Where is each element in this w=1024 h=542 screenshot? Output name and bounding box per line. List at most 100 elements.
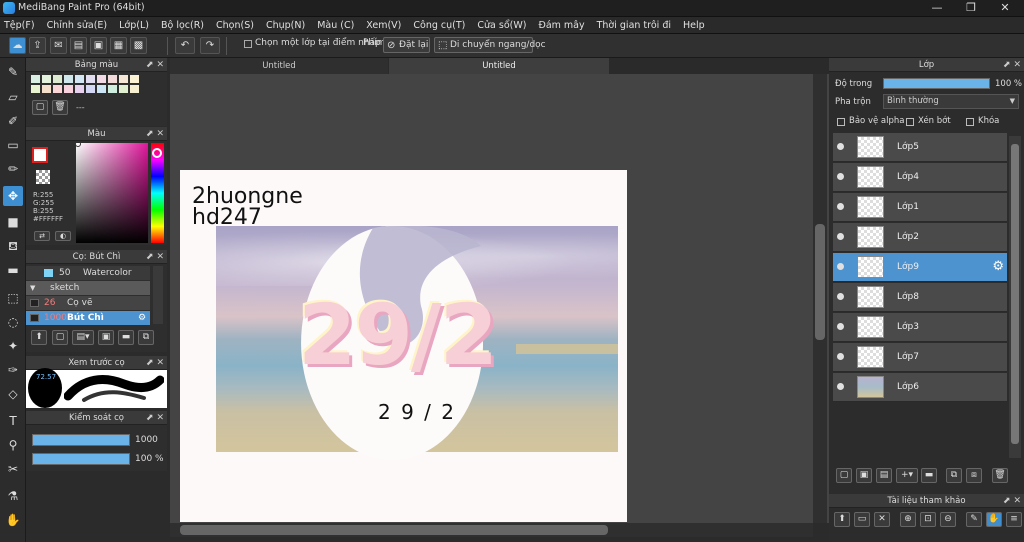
comment-icon[interactable]: ✉ [50,37,67,54]
menu-help[interactable]: Help [683,20,705,31]
panel-close-icon[interactable]: ⬈ ✕ [146,127,164,141]
lasso-icon[interactable]: ◌ [3,312,23,332]
cloud-upload-icon[interactable]: ⬆ [834,512,850,527]
panel-close-icon[interactable]: ⬈ ✕ [146,250,164,264]
merge-layer-icon[interactable]: ⧈ [966,468,982,483]
duplicate-icon[interactable]: ⧉ [138,330,154,345]
new-layer-icon[interactable]: ▢ [836,468,852,483]
redo-icon[interactable]: ↷ [200,37,220,54]
palette-swatch[interactable] [75,75,84,83]
palette-swatch[interactable] [31,85,40,93]
zoom-in-icon[interactable]: ⊕ [900,512,916,527]
reset-button[interactable]: ⊘ Đặt lại [383,37,430,53]
menu-cloud[interactable]: Đám mây [538,20,584,31]
brush-item-watercolor[interactable]: 50 Watercolor [26,266,150,280]
visibility-icon[interactable] [837,143,844,150]
panel-close-icon[interactable]: ⬈ ✕ [146,411,164,425]
brush-icon[interactable]: ✎ [3,62,23,82]
hue-cursor[interactable] [152,148,162,158]
folder-icon[interactable]: ▬ [118,330,134,345]
menu-file[interactable]: Tệp(F) [4,20,35,31]
palette-swatch[interactable] [53,85,62,93]
rectangle-icon[interactable]: ▭ [3,135,23,155]
fit-icon[interactable]: ⊡ [920,512,936,527]
page-icon[interactable]: ▣ [90,37,107,54]
visibility-icon[interactable] [837,293,844,300]
layer-image-icon[interactable]: ▤ [876,468,892,483]
zoom-out-icon[interactable]: ⊖ [940,512,956,527]
brush-menu-icon[interactable]: ▤▾ [72,330,94,345]
palette-swatch[interactable] [130,75,139,83]
hue-slider[interactable] [151,143,164,243]
menu-timelapse[interactable]: Thời gian trôi đi [597,20,671,31]
close-icon[interactable]: ✕ [874,512,890,527]
snap-layer-checkbox[interactable] [244,40,252,48]
palette-swatch[interactable] [75,85,84,93]
folder-icon[interactable]: ▬ [921,468,937,483]
panel-close-icon[interactable]: ⬈ ✕ [1003,494,1021,508]
select-rect-icon[interactable]: ⬚ [3,288,23,308]
vertical-scroll-thumb[interactable] [815,224,825,340]
brush-settings-icon[interactable]: ▣ [98,330,114,345]
visibility-icon[interactable] [837,323,844,330]
palette-swatch[interactable] [108,85,117,93]
brush-item-pencil[interactable]: 1000 Bút Chì ⚙ [26,311,150,325]
palette-swatch[interactable] [119,85,128,93]
color-swap-icon[interactable]: ⇄ [34,231,50,241]
palette-swatch[interactable] [53,75,62,83]
brush-scrollbar[interactable] [153,266,163,324]
tiles-icon[interactable]: ▩ [130,37,147,54]
new-brush-icon[interactable]: ▢ [52,330,68,345]
eraser-alt-icon[interactable]: ✐ [3,111,23,131]
add-brush-icon[interactable]: ⬆ [31,330,47,345]
blend-mode-select[interactable]: Bình thường ▼ [883,94,1019,109]
palette-swatch[interactable] [86,75,95,83]
palette-swatch[interactable] [31,75,40,83]
move-hv-button[interactable]: ⬚ Di chuyển ngang/dọc [434,37,546,53]
tab-untitled-1[interactable]: Untitled [170,58,388,74]
foreground-color[interactable] [32,147,48,163]
new-page-icon[interactable]: ▢ [32,100,48,115]
layer-row[interactable]: Lớp8 [833,283,1007,312]
move-icon[interactable]: ✥ [3,186,23,206]
layer-add-menu-icon[interactable]: +▾ [896,468,918,483]
palette-swatch[interactable] [130,85,139,93]
layer-opacity-slider[interactable] [883,78,990,89]
trash-icon[interactable]: 🗑 [992,468,1008,483]
menu-select[interactable]: Chọn(S) [216,20,254,31]
menu-snap[interactable]: Chụp(N) [266,20,305,31]
hand-icon[interactable]: ✋ [986,512,1002,527]
palette-swatch[interactable] [108,75,117,83]
gear-icon[interactable]: ⚙ [138,311,146,325]
magic-wand-icon[interactable]: ✦ [3,336,23,356]
menu-layer[interactable]: Lớp(L) [119,20,149,31]
close-button[interactable]: ✕ [988,0,1022,17]
layer-row[interactable]: Lớp9 ⚙ [833,253,1007,282]
reference-menu-icon[interactable]: ≡ [1006,512,1022,527]
text-icon[interactable]: T [3,411,23,431]
cloud-icon[interactable]: ☁ [9,37,26,54]
chat-icon[interactable]: ▤ [70,37,87,54]
horizontal-scroll-thumb[interactable] [180,525,608,535]
panel-close-icon[interactable]: ⬈ ✕ [1003,58,1021,72]
share-icon[interactable]: ⇪ [29,37,46,54]
minimize-button[interactable]: — [920,0,954,17]
new-layer-alt-icon[interactable]: ▣ [856,468,872,483]
visibility-icon[interactable] [837,263,844,270]
open-folder-icon[interactable]: ▭ [854,512,870,527]
clipping-checkbox[interactable] [906,118,914,126]
palette-swatch[interactable] [42,75,51,83]
eyedropper-icon[interactable]: ⚗ [3,486,23,506]
palette-swatch[interactable] [42,85,51,93]
select-pen-icon[interactable]: ✑ [3,360,23,380]
gear-icon[interactable]: ⚙ [992,259,1004,274]
protect-alpha-checkbox[interactable] [837,118,845,126]
eyedropper-icon[interactable]: ✎ [966,512,982,527]
layer-row[interactable]: Lớp5 [833,133,1007,162]
brush-group-sketch[interactable]: ▼ sketch [26,281,150,295]
size-slider[interactable] [32,434,130,446]
menu-color[interactable]: Màu (C) [317,20,354,31]
layer-row[interactable]: Lớp1 [833,193,1007,222]
palette-swatch[interactable] [97,85,106,93]
palette-swatch[interactable] [86,85,95,93]
